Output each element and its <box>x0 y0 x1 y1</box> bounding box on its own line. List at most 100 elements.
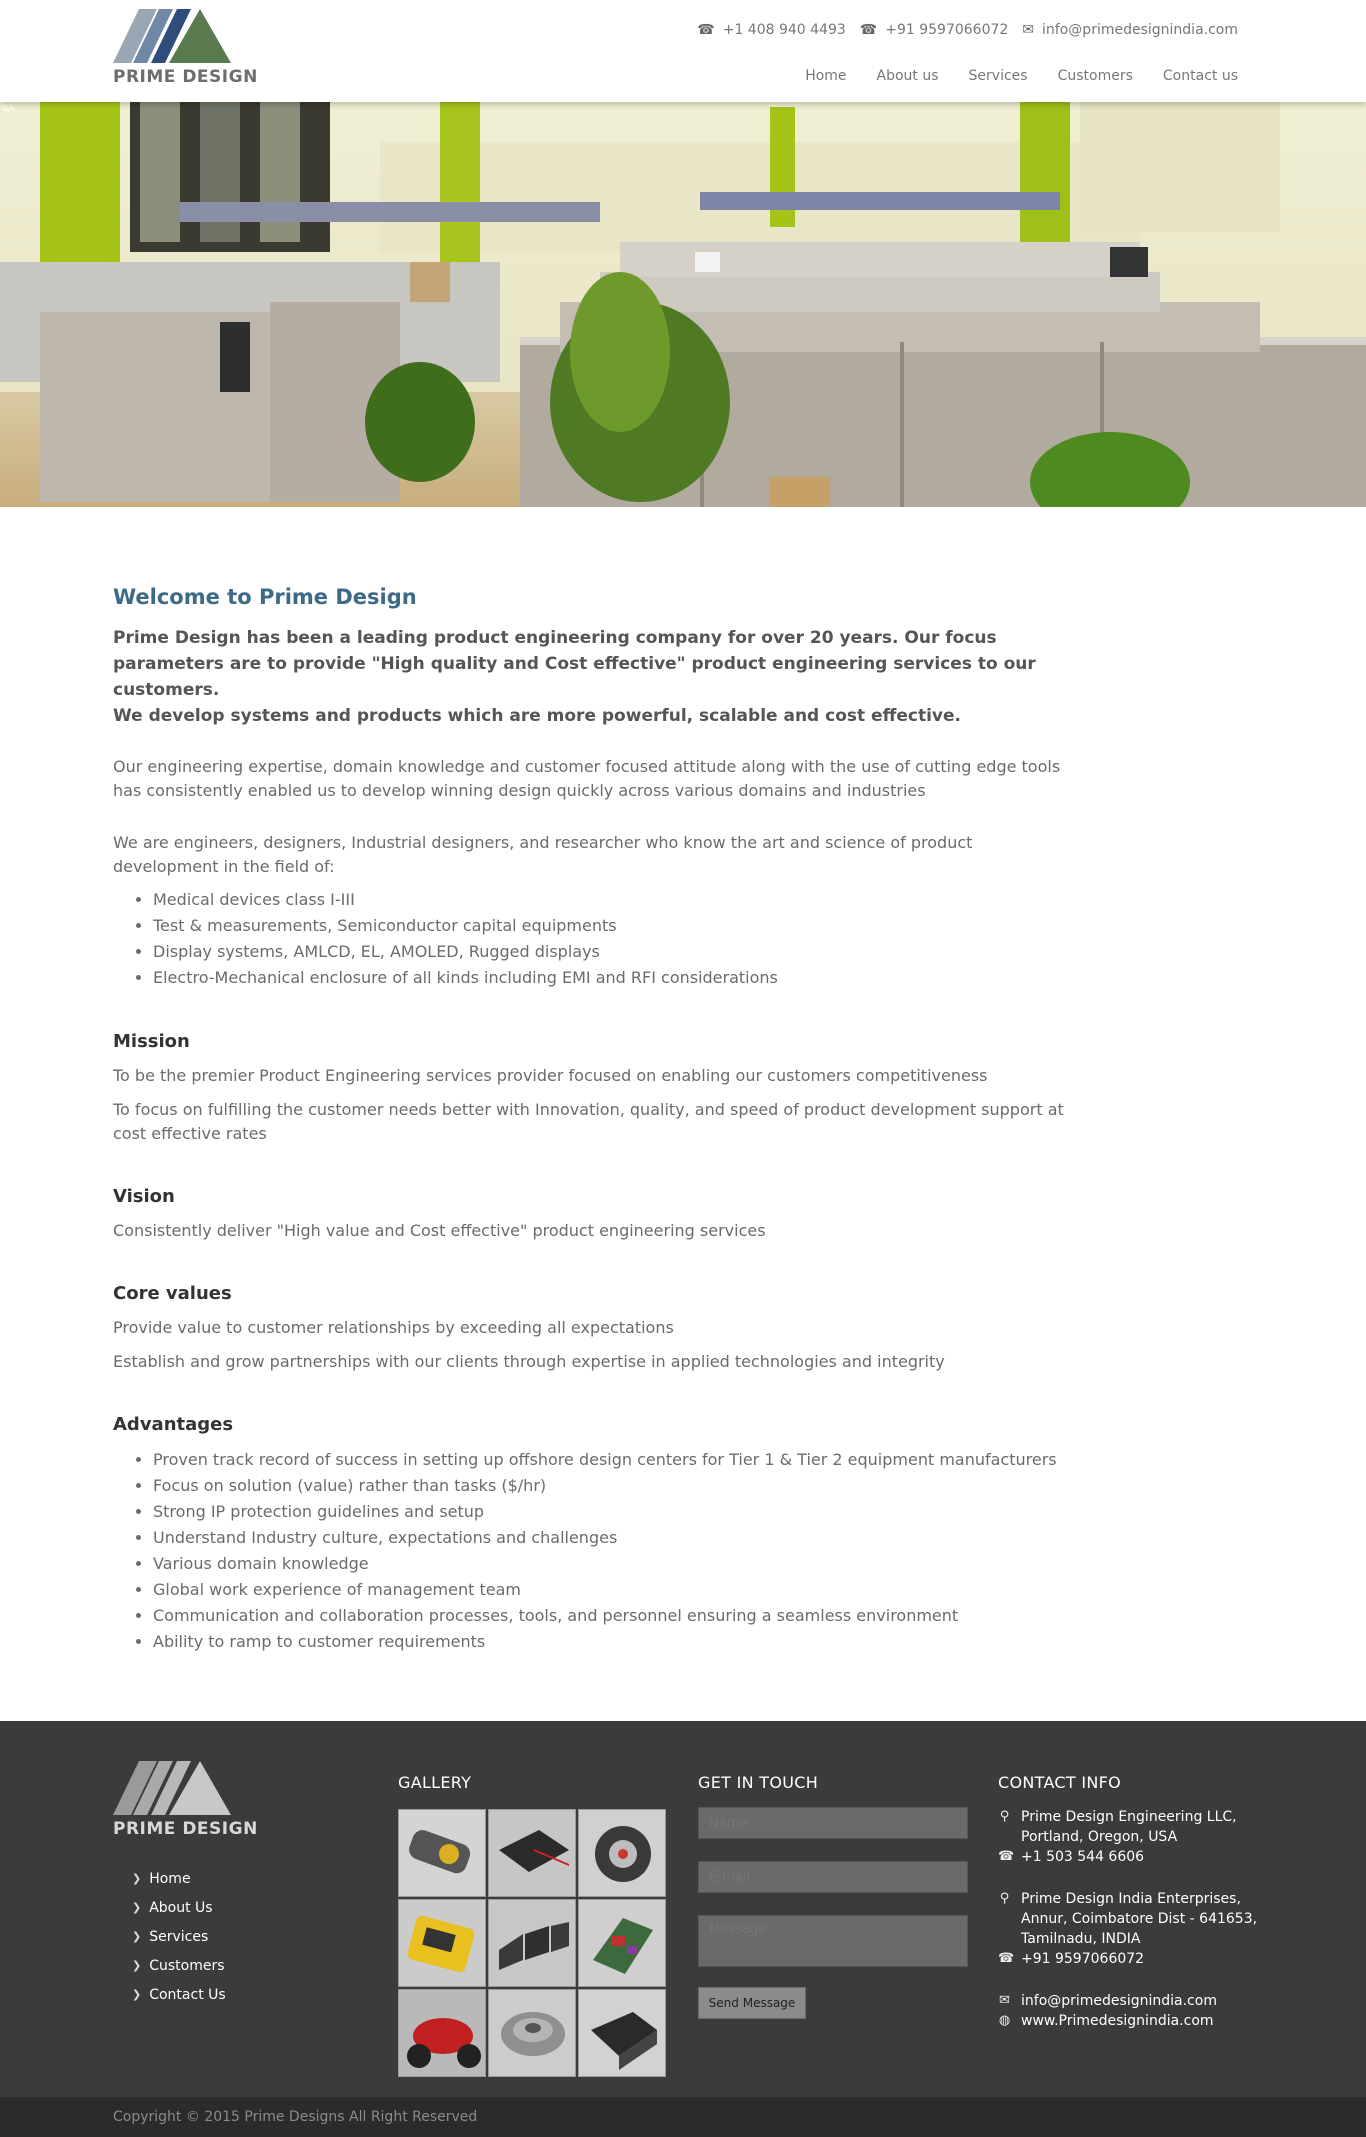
mission-line-1: To be the premier Product Engineering se… <box>113 1066 988 1085</box>
email-text: info@primedesignindia.com <box>1042 22 1238 38</box>
header-phone-us[interactable]: ☎ +1 408 940 4493 <box>697 22 846 38</box>
phone-icon: ☎ <box>859 22 878 38</box>
list-item: Understand Industry culture, expectation… <box>153 1525 1073 1551</box>
core-values-title: Core values <box>113 1283 232 1304</box>
contact-info-title: CONTACT INFO <box>998 1773 1122 1792</box>
gallery-thumb[interactable] <box>488 1989 576 2077</box>
header-email[interactable]: ✉ info@primedesignindia.com <box>1022 22 1238 38</box>
footer-link-label: Contact Us <box>149 1986 226 2003</box>
list-item: Display systems, AMLCD, EL, AMOLED, Rugg… <box>153 939 1073 965</box>
phone-us-text: +1 408 940 4493 <box>722 22 846 38</box>
welcome-title: Welcome to Prime Design <box>113 585 417 609</box>
email-field[interactable] <box>698 1861 968 1893</box>
send-message-button[interactable]: Send Message <box>698 1987 806 2019</box>
gallery-thumb[interactable] <box>578 1809 666 1897</box>
us-address: ⚲ Prime Design Engineering LLC, Portland… <box>998 1807 1298 1847</box>
nav-home[interactable]: Home <box>805 68 846 84</box>
header-phone-in[interactable]: ☎ +91 9597066072 <box>860 22 1009 38</box>
us-phone[interactable]: ☎ +1 503 544 6606 <box>998 1847 1298 1867</box>
footer-email[interactable]: ✉ info@primedesignindia.com <box>998 1991 1298 2011</box>
copyright-text: Copyright © 2015 Prime Designs All Right… <box>113 2109 478 2125</box>
chevron-right-icon: ❯ <box>132 1930 142 1943</box>
address-line: Prime Design India Enterprises, <box>1021 1891 1241 1907</box>
mission-title: Mission <box>113 1031 190 1052</box>
map-pin-icon: ⚲ <box>999 1891 1010 1906</box>
lead-paragraph: Prime Design has been a leading product … <box>113 625 1073 729</box>
list-item: Communication and collaboration processe… <box>153 1603 1073 1629</box>
get-in-touch-title: GET IN TOUCH <box>698 1773 819 1792</box>
phone-text: +1 503 544 6606 <box>1021 1849 1145 1865</box>
site-header: PRIME DESIGN ☎ +1 408 940 4493 ☎ +91 95970… <box>0 0 1366 102</box>
footer-link-label: Services <box>149 1928 209 1945</box>
lead-line-1: Prime Design has been a leading product … <box>113 628 1036 700</box>
expertise-paragraph: Our engineering expertise, domain knowle… <box>113 757 1061 800</box>
nav-contact[interactable]: Contact us <box>1163 68 1238 84</box>
advantages-list: Proven track record of success in settin… <box>153 1447 1073 1655</box>
phone-icon: ☎ <box>998 1849 1015 1864</box>
footer-link-label: Customers <box>149 1957 225 1974</box>
chevron-right-icon: ❯ <box>132 1901 142 1914</box>
gallery-thumb[interactable] <box>488 1899 576 1987</box>
footer-logo-text: PRIME DESIGN <box>113 1819 258 1839</box>
list-item: Medical devices class I-III <box>153 887 1073 913</box>
message-field[interactable] <box>698 1915 968 1967</box>
footer-link-label: Home <box>149 1870 191 1887</box>
logo-text: PRIME DESIGN <box>113 67 258 87</box>
footer-link-customers[interactable]: ❯ Customers <box>132 1951 226 1980</box>
gallery-thumb[interactable] <box>398 1989 486 2077</box>
hero-office-image: BA <box>0 102 1366 507</box>
advantages-title: Advantages <box>113 1414 234 1435</box>
footer-links: ❯ Home ❯ About Us ❯ Services ❯ Customers ❯ Co… <box>132 1864 226 2009</box>
gallery-thumb[interactable] <box>398 1899 486 1987</box>
footer-link-about[interactable]: ❯ About Us <box>132 1893 226 1922</box>
website-text: www.Primedesignindia.com <box>1021 2013 1214 2029</box>
email-text: info@primedesignindia.com <box>1021 1993 1217 2009</box>
fields-intro: We are engineers, designers, Industrial … <box>113 833 973 876</box>
header-contact: ☎ +1 408 940 4493 ☎ +91 9597066072 ✉ info@p… <box>697 22 1238 38</box>
core-values-line-2: Establish and grow partnerships with our… <box>113 1352 945 1371</box>
lead-line-2: We develop systems and products which ar… <box>113 706 961 726</box>
office-illustration <box>0 102 1366 507</box>
chevron-right-icon: ❯ <box>132 1872 142 1885</box>
nav-customers[interactable]: Customers <box>1058 68 1133 84</box>
footer-logo[interactable]: PRIME DESIGN <box>113 1761 258 1841</box>
gallery-thumb[interactable] <box>578 1989 666 2077</box>
address-line: Portland, Oregon, USA <box>1021 1829 1178 1845</box>
gallery-thumb[interactable] <box>488 1809 576 1897</box>
nav-services[interactable]: Services <box>969 68 1028 84</box>
main-nav: Home About us Services Customers Contact… <box>805 68 1238 84</box>
chevron-right-icon: ❯ <box>132 1959 142 1972</box>
gallery-thumb[interactable] <box>398 1809 486 1897</box>
hero-corner-text: BA <box>2 104 15 114</box>
name-field[interactable] <box>698 1807 968 1839</box>
phone-in-text: +91 9597066072 <box>885 22 1009 38</box>
address-line: Prime Design Engineering LLC, <box>1021 1809 1237 1825</box>
footer-link-contact[interactable]: ❯ Contact Us <box>132 1980 226 2009</box>
chevron-right-icon: ❯ <box>132 1988 142 2001</box>
map-pin-icon: ⚲ <box>999 1809 1010 1824</box>
envelope-icon: ✉ <box>1022 22 1035 38</box>
vision-line-1: Consistently deliver "High value and Cos… <box>113 1221 766 1240</box>
globe-icon: ◍ <box>998 2013 1011 2028</box>
core-values-line-1: Provide value to customer relationships … <box>113 1318 674 1337</box>
footer-bottom-bar: Copyright © 2015 Prime Designs All Right… <box>0 2097 1366 2137</box>
footer-link-services[interactable]: ❯ Services <box>132 1922 226 1951</box>
phone-text: +91 9597066072 <box>1021 1951 1145 1967</box>
in-phone[interactable]: ☎ +91 9597066072 <box>998 1949 1298 1969</box>
vision-title: Vision <box>113 1186 175 1207</box>
list-item: Test & measurements, Semiconductor capit… <box>153 913 1073 939</box>
list-item: Electro-Mechanical enclosure of all kind… <box>153 965 1073 991</box>
list-item: Focus on solution (value) rather than ta… <box>153 1473 1073 1499</box>
nav-about[interactable]: About us <box>877 68 939 84</box>
address-line: Annur, Coimbatore Dist - 641653, <box>1021 1911 1258 1927</box>
footer-link-label: About Us <box>149 1899 213 1916</box>
footer-link-home[interactable]: ❯ Home <box>132 1864 226 1893</box>
in-address: ⚲ Prime Design India Enterprises, Annur,… <box>998 1889 1298 1949</box>
envelope-icon: ✉ <box>999 1993 1010 2008</box>
footer-website[interactable]: ◍ www.Primedesignindia.com <box>998 2011 1298 2031</box>
logo[interactable]: PRIME DESIGN <box>113 9 258 89</box>
gallery-thumb[interactable] <box>578 1899 666 1987</box>
site-footer: PRIME DESIGN ❯ Home ❯ About Us ❯ Services ❯… <box>0 1721 1366 2097</box>
main-content: Welcome to Prime Design Prime Design has… <box>113 585 1073 1655</box>
logo-mark-icon <box>113 1761 231 1815</box>
